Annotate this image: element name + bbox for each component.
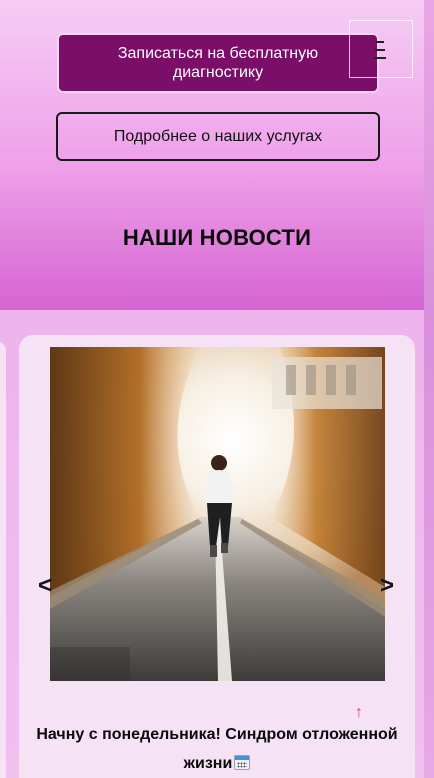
news-item-title-text: Начну с понедельника! Синдром отложенной… (36, 726, 398, 772)
services-details-button[interactable]: Подробнее о наших услугах (56, 112, 380, 161)
menu-button[interactable] (349, 20, 413, 78)
calendar-icon (234, 755, 251, 770)
slider-prev-arrow[interactable]: < (38, 571, 52, 601)
previous-news-card-edge[interactable] (0, 341, 6, 778)
hamburger-icon (376, 41, 384, 43)
news-section-title: НАШИ НОВОСТИ (122, 225, 312, 250)
news-item-title[interactable]: Начну с понедельника! Синдром отложенной… (28, 720, 406, 778)
runner-photo (50, 347, 385, 681)
scrollbar-strip (424, 0, 434, 778)
hamburger-icon-line (375, 49, 385, 51)
hamburger-icon-line (374, 57, 386, 59)
free-diagnostics-button[interactable]: Записаться на бесплатную диагностику (57, 33, 379, 93)
slider-next-arrow[interactable]: > (380, 571, 394, 601)
news-image[interactable] (50, 347, 385, 681)
